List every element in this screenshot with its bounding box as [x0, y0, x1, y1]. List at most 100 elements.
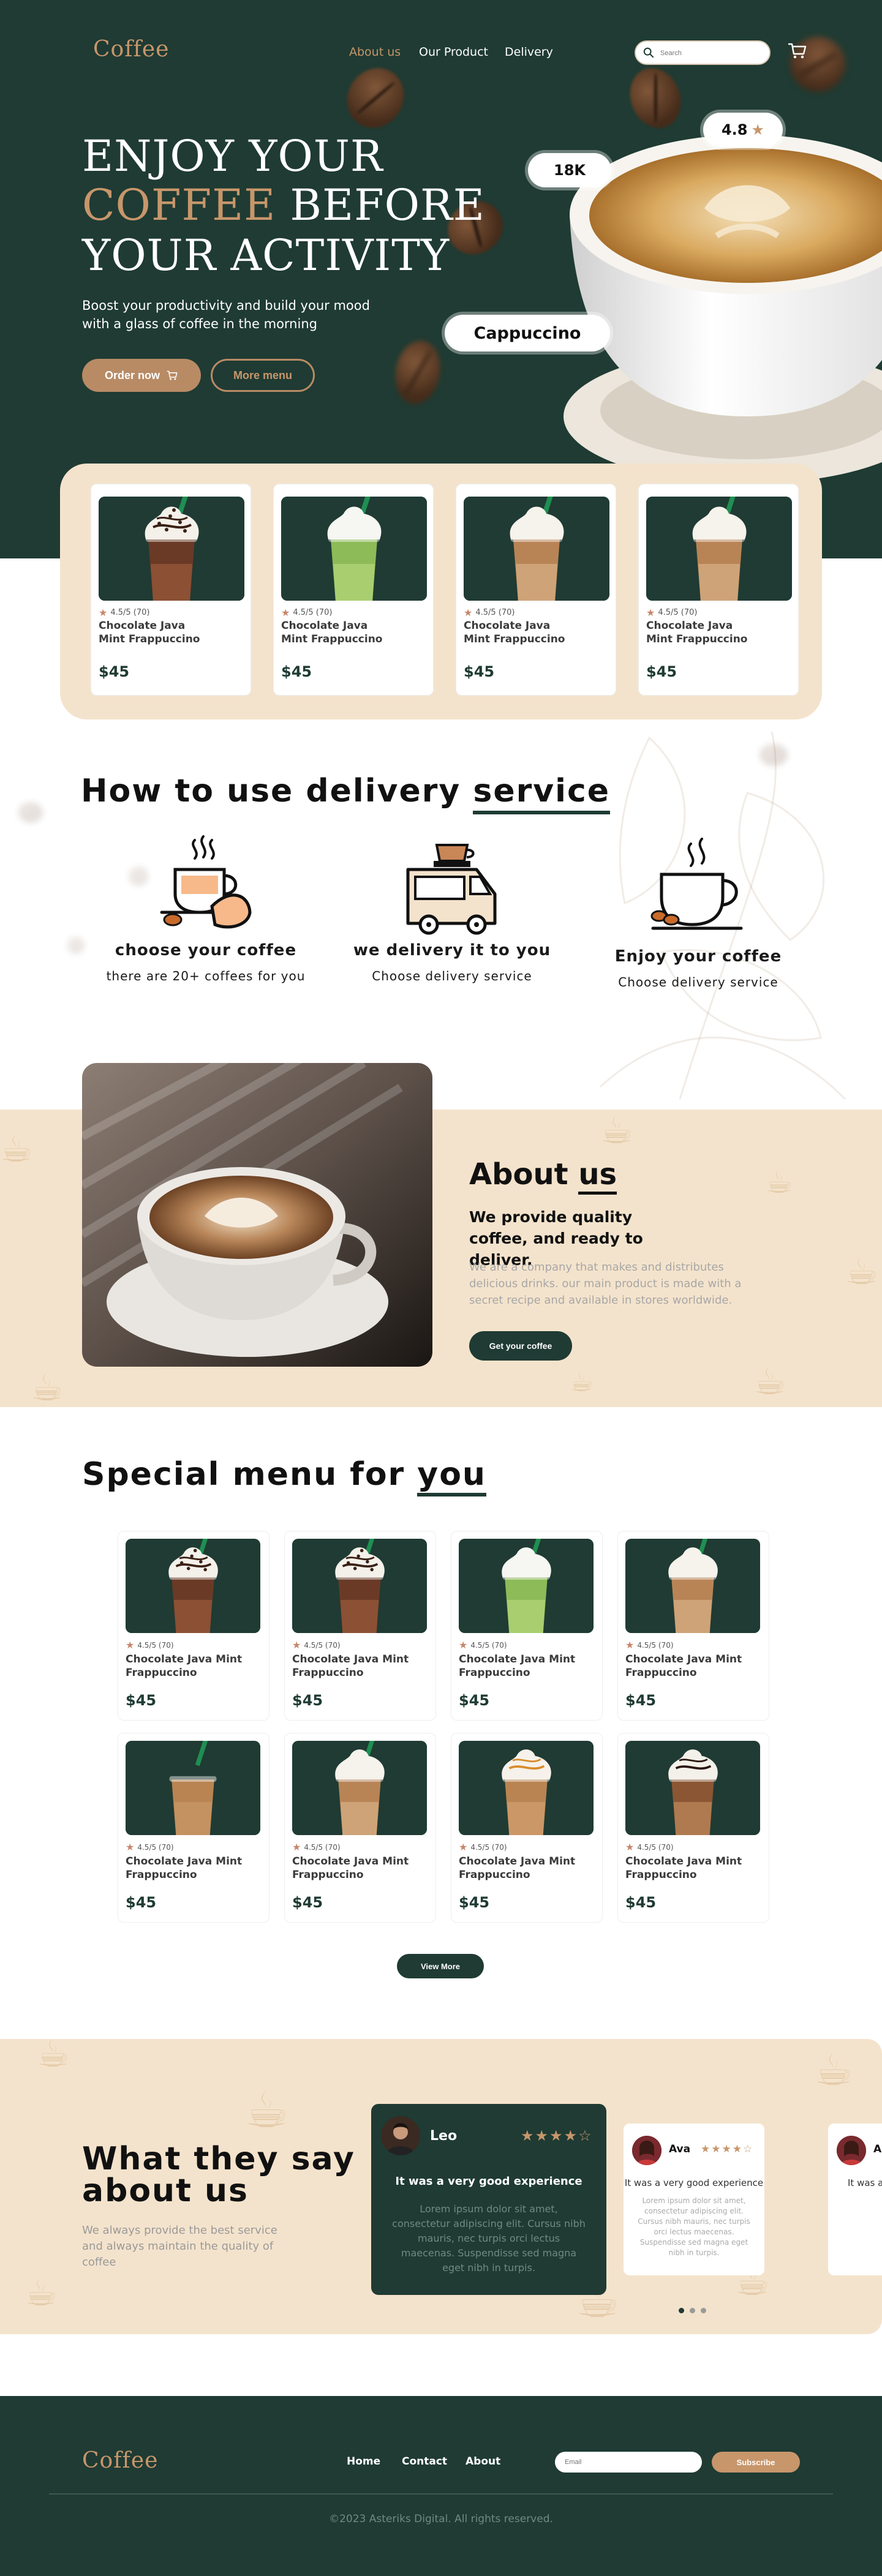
step-2-title: we delivery it to you — [353, 941, 551, 959]
product-name-line1: Chocolate Java Mint — [459, 1653, 576, 1665]
drink-image — [459, 1539, 594, 1633]
nav-about-us[interactable]: About us — [349, 45, 401, 59]
product-card[interactable]: ★ 4.5/5 (70) Chocolate Java Mint Frappuccin… — [273, 484, 434, 696]
product-price: $45 — [459, 1894, 490, 1911]
product-name-line1: Chocolate Java — [464, 620, 551, 632]
product-name-line1: Chocolate Java Mint — [292, 1855, 409, 1868]
product-name-line2: Frappuccino — [292, 1869, 364, 1881]
rating-text: 4.5/5 (70) — [137, 1640, 174, 1650]
product-card[interactable]: ★ 4.5/5 (70) Chocolate Java Mint Frappuccin… — [284, 1733, 436, 1923]
product-name: Chocolate Java Mint Frappuccino — [292, 1855, 433, 1882]
step-1-subtitle: there are 20+ coffees for you — [106, 969, 306, 983]
rating-text: 4.5/5 (70) — [110, 608, 150, 617]
nav-delivery[interactable]: Delivery — [505, 45, 553, 59]
product-name-line1: Chocolate Java Mint — [459, 1855, 576, 1868]
star-icon: ★ — [292, 1639, 301, 1651]
footer-link-about[interactable]: About — [466, 2455, 500, 2468]
drink-image — [646, 497, 792, 601]
product-card[interactable]: ★ 4.5/5 (70) Chocolate Java Mint Frappuccin… — [118, 1733, 270, 1923]
product-badge: Cappuccino — [445, 315, 610, 351]
product-price: $45 — [625, 1894, 657, 1911]
footer-logo[interactable]: Coffee — [82, 2448, 158, 2473]
get-coffee-button[interactable]: Get your coffee — [469, 1331, 572, 1361]
star-icon: ★ — [646, 607, 655, 618]
drink-image — [126, 1539, 260, 1633]
carousel-dot-active[interactable] — [679, 2308, 684, 2313]
rating-text: 4.5/5 (70) — [293, 608, 333, 617]
testimonial-card-featured: Leo ★★★★☆ It was a very good experience … — [371, 2104, 606, 2295]
product-card[interactable]: ★ 4.5/5 (70) Chocolate Java Mint Frappuccin… — [617, 1531, 769, 1721]
hero-title-line2-rest: BEFORE — [276, 180, 485, 230]
product-rating: ★ 4.5/5 (70) — [292, 1841, 341, 1853]
product-card[interactable]: ★ 4.5/5 (70) Chocolate Java Mint Frappuccin… — [91, 484, 251, 696]
cup-decoration: ☕ — [570, 1367, 594, 1398]
product-card[interactable]: ★ 4.5/5 (70) Chocolate Java Mint Frappuccin… — [617, 1733, 769, 1923]
hero-subtitle: Boost your productivity and build your m… — [82, 298, 370, 331]
hero-title-line3: YOUR ACTIVITY — [82, 230, 450, 280]
product-card[interactable]: ★ 4.5/5 (70) Chocolate Java Mint Frappuccin… — [638, 484, 799, 696]
cart-icon — [167, 370, 178, 380]
product-card[interactable]: ★ 4.5/5 (70) Chocolate Java Mint Frappuccin… — [284, 1531, 436, 1721]
coffee-bean-decoration — [18, 802, 43, 823]
email-input[interactable] — [555, 2452, 702, 2473]
product-price: $45 — [126, 1894, 157, 1911]
coffee-hand-icon — [160, 835, 252, 929]
footer-link-home[interactable]: Home — [347, 2455, 380, 2468]
product-card[interactable]: ★ 4.5/5 (70) Chocolate Java Mint Frappuccin… — [118, 1531, 270, 1721]
product-name-line2: Frappuccino — [292, 1667, 364, 1679]
cup-decoration: ☕ — [766, 1165, 793, 1200]
order-now-button[interactable]: Order now — [82, 359, 201, 392]
testimonial-body: Lorem ipsum dolor sit amet, consectetur … — [392, 2203, 586, 2274]
product-rating: ★ 4.5/5 (70) — [459, 1841, 507, 1853]
cup-decoration: ☕ — [815, 2045, 853, 2095]
product-name: Chocolate Java Mint Frappuccino — [126, 1855, 266, 1882]
star-icon: ★ — [292, 1841, 301, 1853]
footer-divider — [49, 2493, 833, 2495]
cup-decoration: ☕ — [24, 2272, 58, 2315]
product-card[interactable]: ★ 4.5/5 (70) Chocolate Java Mint Frappuccin… — [451, 1733, 603, 1923]
product-name-line2: Mint Frappuccino — [646, 633, 748, 645]
product-rating: ★ 4.5/5 (70) — [646, 607, 698, 618]
testimonials-subtitle: We always provide the best service and a… — [82, 2224, 277, 2269]
product-name-line2: Mint Frappuccino — [281, 633, 383, 645]
product-name-line2: Frappuccino — [625, 1667, 697, 1679]
star-icon: ★ — [459, 1841, 468, 1853]
search-input[interactable] — [660, 47, 764, 60]
carousel-dot[interactable] — [701, 2308, 706, 2313]
special-title-text: Special menu for — [82, 1456, 418, 1493]
drink-image — [126, 1741, 260, 1835]
more-menu-button[interactable]: More menu — [211, 359, 315, 392]
product-card[interactable]: ★ 4.5/5 (70) Chocolate Java Mint Frappuccin… — [456, 484, 616, 696]
cup-decoration: ☕ — [753, 1361, 786, 1403]
cup-decoration: ☕ — [245, 2082, 289, 2139]
about-title: About us — [469, 1157, 617, 1195]
cart-icon[interactable] — [788, 42, 807, 60]
rating-text: 4.5/5 (70) — [658, 608, 698, 617]
product-price: $45 — [464, 663, 495, 680]
subscribe-button[interactable]: Subscribe — [712, 2452, 800, 2473]
star-rating: ★★★★☆ — [521, 2127, 593, 2144]
product-name: Chocolate Java Mint Frappuccino — [99, 619, 246, 646]
logo[interactable]: Coffee — [93, 37, 169, 62]
product-name: Chocolate Java Mint Frappuccino — [459, 1653, 600, 1680]
how-title-underlined: service — [473, 773, 611, 814]
avatar — [381, 2116, 420, 2155]
product-price: $45 — [281, 663, 312, 680]
product-name-line2: Frappuccino — [625, 1869, 697, 1881]
product-rating: ★ 4.5/5 (70) — [99, 607, 150, 618]
product-name-line1: Chocolate Java — [99, 620, 186, 632]
view-more-button[interactable]: View More — [397, 1954, 484, 1978]
product-price: $45 — [625, 1692, 657, 1709]
carousel-dot[interactable] — [690, 2308, 695, 2313]
product-card[interactable]: ★ 4.5/5 (70) Chocolate Java Mint Frappuccin… — [451, 1531, 603, 1721]
testimonial-card: Ava ★★★★☆ It was a very good experience … — [624, 2124, 764, 2275]
footer-link-contact[interactable]: Contact — [402, 2455, 447, 2468]
product-name: Chocolate Java Mint Frappuccino — [464, 619, 611, 646]
search-bar[interactable] — [635, 40, 771, 65]
coffee-bean-decoration — [67, 937, 85, 954]
drink-image — [281, 497, 427, 601]
testimonial-name: Ava — [669, 2143, 691, 2155]
cup-decoration: ☕ — [0, 1128, 33, 1171]
nav-our-product[interactable]: Our Product — [419, 45, 488, 59]
product-rating: ★ 4.5/5 (70) — [459, 1639, 507, 1651]
